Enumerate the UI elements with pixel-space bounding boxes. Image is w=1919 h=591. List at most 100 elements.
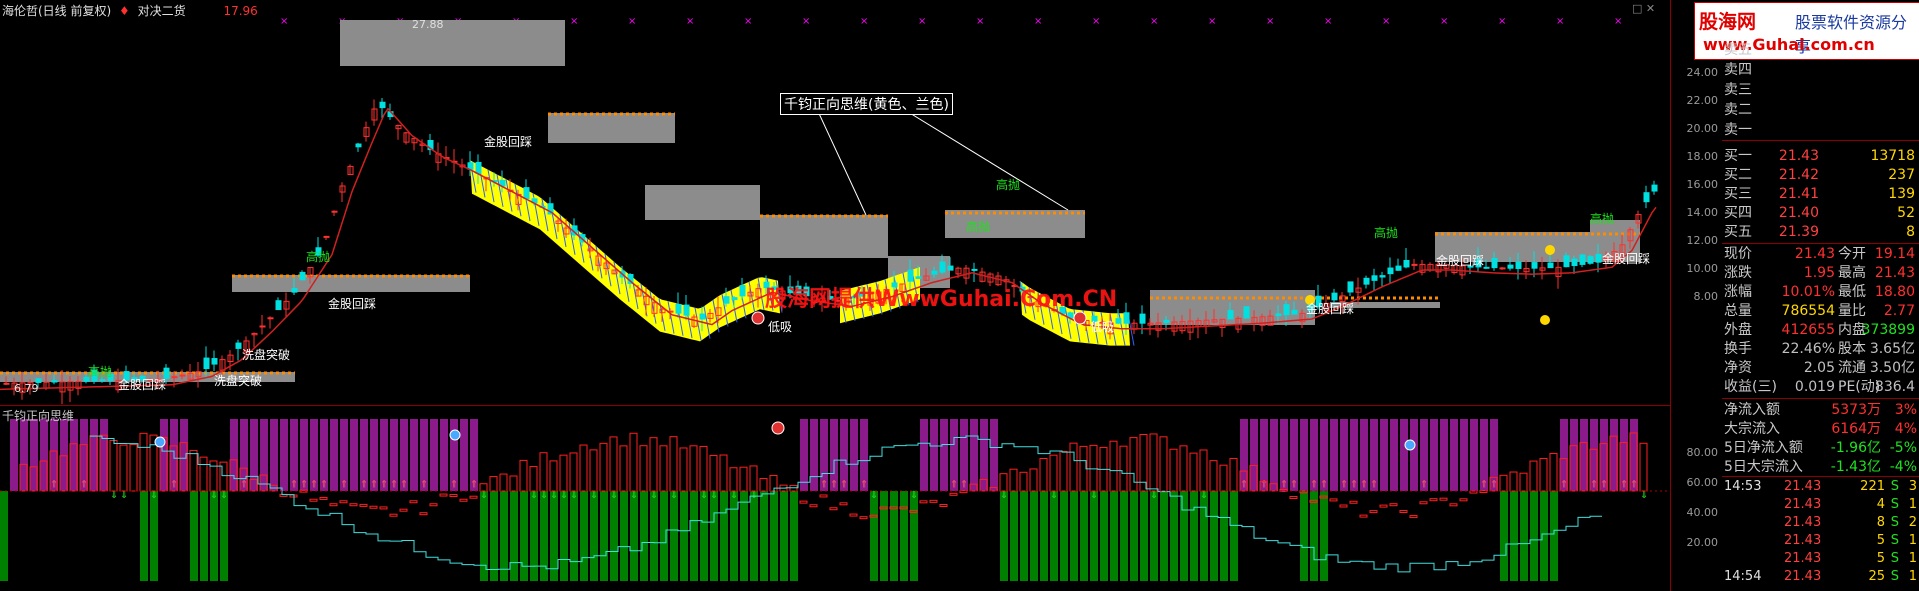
osc-bar	[729, 467, 738, 492]
summary-label: 现价	[1724, 246, 1752, 262]
kline-chart[interactable]: ××××××××××××××××××××××××27.886.79	[0, 0, 1670, 405]
osc-bar	[1089, 444, 1098, 492]
top-marker: ×	[918, 16, 926, 27]
summary-row: 总量 786554 量比 2.77	[1722, 302, 1919, 321]
low-label: 6.79	[14, 382, 39, 395]
summary-value: 0.019	[1794, 379, 1835, 395]
osc-bar	[1199, 449, 1208, 492]
indicator-arrow: ⇑	[950, 479, 958, 490]
tick-price: 21.43	[1784, 569, 1822, 584]
indicator-bar-high	[1470, 419, 1478, 491]
indicator-arrow: ⇑	[1290, 479, 1298, 490]
sell-label: 卖三	[1724, 82, 1752, 98]
indicator-bar-low	[0, 491, 8, 581]
indicator-bar-low	[570, 491, 578, 581]
osc-bar	[339, 500, 348, 504]
indicator-bar-high	[350, 419, 358, 491]
quote-panel: 卖五 卖四 卖三 卖二 卖一 买一 21.43 13718 买二 21.42 237 买三 21.41…	[1722, 0, 1919, 591]
indicator-bar-low	[900, 491, 908, 581]
candle-body	[3, 382, 10, 385]
summary-row: 外盘 412655 内盘 373899	[1722, 321, 1919, 340]
tick-side: S	[1890, 569, 1899, 584]
label-jingu: 金股回踩	[1602, 252, 1651, 266]
osc-bar	[309, 498, 318, 502]
osc-bar	[1439, 497, 1448, 501]
indicator-bar-high	[410, 419, 418, 491]
candle-body	[467, 162, 474, 170]
osc-bar	[1339, 504, 1348, 508]
indicator-bar-low	[480, 491, 488, 581]
indicator-bar-low	[760, 491, 768, 581]
indicator-arrow: ⇓	[550, 490, 558, 501]
summary-value: 18.80	[1874, 284, 1915, 300]
osc-bar	[1529, 460, 1538, 492]
indicator-bar-high	[1380, 419, 1388, 491]
label-jingu: 金股回踩	[328, 297, 377, 311]
candle-body	[1275, 313, 1282, 316]
summary-row: 净资 2.05 流通 3.50亿	[1722, 359, 1919, 378]
candle-body	[259, 325, 266, 328]
osc-bar	[419, 512, 428, 516]
summary-label: 收益(三)	[1724, 379, 1777, 395]
flow-label: 大宗流入	[1724, 421, 1780, 437]
tick-price: 21.43	[1784, 479, 1822, 494]
indicator-bar-low	[790, 491, 798, 581]
indicator-bar-low	[1500, 491, 1508, 581]
tick-volume: 25	[1868, 569, 1885, 584]
osc-bar	[1289, 495, 1298, 499]
top-marker: ×	[570, 16, 578, 27]
indicator-bar-low	[140, 491, 148, 581]
indicator-arrow: ⇑	[1480, 479, 1488, 490]
indicator-arrow: ⇑	[840, 479, 848, 490]
candle-body	[355, 143, 362, 148]
candle-body	[379, 101, 386, 109]
summary-value: 19.14	[1874, 246, 1915, 262]
price-tick: 24.00	[1686, 66, 1719, 79]
indicator-bar-high	[1300, 419, 1308, 491]
indicator-arrow: ⇓	[910, 490, 918, 501]
buy-dot	[751, 311, 765, 325]
indicator-arrow: ⇑	[390, 479, 398, 490]
candle-body	[203, 357, 210, 370]
label-xipan: 洗盘突破	[242, 348, 291, 362]
osc-bar	[1549, 452, 1558, 492]
label-jingu: 金股回踩	[484, 135, 533, 149]
signal-dot	[1545, 245, 1555, 255]
top-marker: ×	[1208, 16, 1216, 27]
summary-label: 量比	[1838, 303, 1866, 319]
indicator-arrow: ⇓	[870, 490, 878, 501]
indicator-bar-low	[560, 491, 568, 581]
indicator-bar-low	[770, 491, 778, 581]
indicator-bar-low	[650, 491, 658, 581]
indicator-arrow: ⇓	[480, 490, 488, 501]
osc-bar	[1409, 515, 1418, 519]
indicator-bar-low	[550, 491, 558, 581]
indicator-bar-low	[1090, 491, 1098, 581]
osc-bar	[1019, 471, 1028, 492]
indicator-bar-low	[1230, 491, 1238, 581]
candle-body	[1491, 257, 1498, 269]
osc-bar	[129, 444, 138, 492]
candle-body	[1563, 255, 1570, 268]
osc-bar	[1119, 445, 1128, 492]
indicator-arrow: ⇓	[1640, 490, 1648, 501]
stock-title[interactable]: 海伦哲(日线 前复权)	[2, 4, 111, 18]
indicator-name[interactable]: 对决二货	[138, 4, 186, 18]
osc-bar	[1129, 437, 1138, 492]
tick-volume: 5	[1876, 551, 1885, 566]
indicator-chart[interactable]: ⇑ ⇑⇓ ⇓ ⇓⇑⇓ ⇓⇑ ⇑ ⇑ ⇑ ⇑ ⇑ ⇑ ⇑ ⇑ ⇑ ⇑ ⇑ ⇑ ⇑⇓ ⇓ ⇓ ⇓ ⇓ ⇓ ⇓ ⇓ ⇓ ⇓ ⇓ ⇓ ⇓ ⇓ ⇓⇑ ⇑ ⇑…	[0, 405, 1670, 591]
osc-bar	[939, 503, 948, 507]
indicator-arrow: ⇑	[860, 479, 868, 490]
indicator-bar-low	[1060, 491, 1068, 581]
candle-body	[971, 268, 978, 271]
osc-bar	[469, 495, 478, 499]
indicator-bar-high	[1400, 419, 1408, 491]
window-buttons[interactable]: □ ✕	[1632, 2, 1655, 15]
indicator-arrow: ⇓	[590, 490, 598, 501]
indicator-bar-low	[500, 491, 508, 581]
indicator-bar-low	[750, 491, 758, 581]
sell-label: 卖一	[1724, 122, 1752, 138]
indicator-arrow: ⇑	[370, 479, 378, 490]
osc-bar	[639, 445, 648, 492]
label-jingu: 金股回踩	[118, 378, 167, 392]
